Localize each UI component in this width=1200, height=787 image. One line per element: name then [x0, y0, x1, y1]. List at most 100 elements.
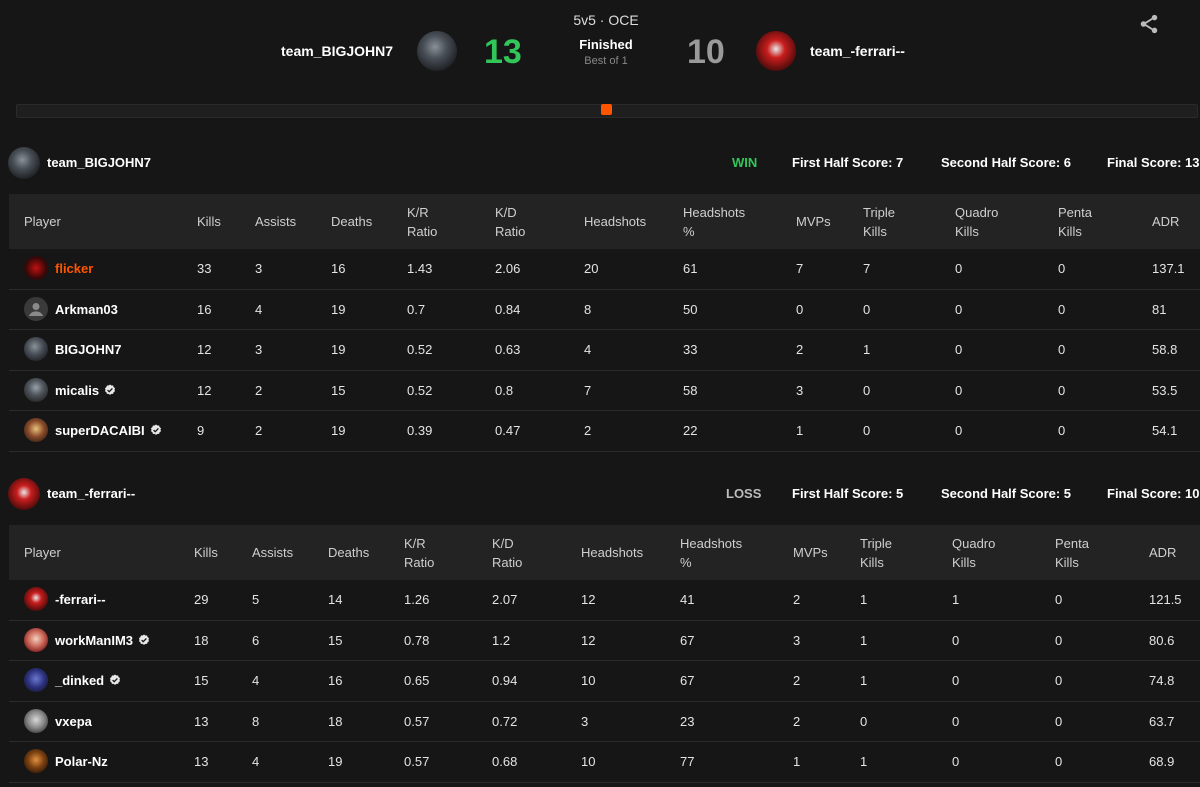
column-header: Headshots [581, 545, 644, 560]
stat-hs: 12 [581, 592, 596, 607]
player-name-text: micalis [55, 382, 100, 398]
stat-hsp: 67 [680, 632, 695, 648]
team1-summary-name[interactable]: team_BIGJOHN7 [47, 155, 151, 170]
team2-name[interactable]: team_-ferrari-- [810, 43, 905, 59]
column-header: K/R Ratio [407, 205, 438, 239]
team1-result: WIN [732, 155, 758, 170]
stat-kills: 13 [194, 754, 209, 770]
player-avatar[interactable] [24, 708, 48, 733]
stat-quadro: 0 [955, 382, 963, 398]
stat-kd: 0.63 [495, 342, 521, 358]
player-avatar[interactable] [24, 337, 48, 362]
stat-triple: 0 [860, 713, 868, 729]
stat-kr: 1.26 [404, 592, 430, 607]
player-name[interactable]: Arkman03 [55, 302, 118, 317]
player-avatar[interactable] [24, 377, 48, 402]
player-avatar[interactable] [24, 418, 48, 443]
player-name[interactable]: -ferrari-- [55, 592, 106, 607]
stat-hsp: 77 [680, 754, 695, 770]
stat-quadro: 0 [952, 673, 960, 689]
player-name-text: -ferrari-- [55, 592, 106, 607]
stat-deaths: 15 [331, 382, 346, 398]
stat-penta: 0 [1055, 754, 1063, 770]
player-name[interactable]: Polar-Nz [55, 754, 108, 769]
player-avatar[interactable] [24, 668, 48, 693]
team2-stats-table: Player Kills Assists Deaths K/R Ratio K/D Ratio… [9, 525, 1200, 783]
share-icon[interactable] [1138, 13, 1160, 35]
match-header: 5v5 · OCE team_BIGJOHN7 13 Finished Best… [0, 0, 1200, 130]
player-avatar[interactable] [24, 749, 48, 774]
table-row[interactable]: _dinked 15 4 16 0.65 0.94 10 67 2 1 0 0 74.8 [9, 661, 1200, 702]
stat-adr: 63.7 [1149, 713, 1175, 729]
stat-assists: 3 [255, 342, 263, 358]
player-name-text: vxepa [55, 713, 92, 729]
timeline-marker[interactable] [601, 104, 612, 115]
team1-small-avatar [8, 147, 40, 179]
stat-kills: 29 [194, 592, 209, 607]
stat-kills: 12 [197, 342, 212, 358]
stat-adr: 53.5 [1152, 382, 1178, 398]
team2-second-half: Second Half Score: 5 [941, 486, 1072, 501]
stat-triple: 0 [863, 382, 871, 398]
stat-assists: 2 [255, 382, 263, 398]
stat-kr: 0.57 [404, 713, 430, 729]
player-name-text: _dinked [55, 673, 105, 689]
player-name[interactable]: flicker [55, 261, 93, 276]
stat-kd: 0.47 [495, 423, 521, 439]
player-avatar[interactable] [24, 256, 48, 280]
stat-quadro: 0 [952, 754, 960, 770]
column-header: K/D Ratio [492, 536, 523, 570]
stat-assists: 2 [255, 423, 263, 439]
player-avatar[interactable] [24, 627, 48, 652]
team1-first-half: First Half Score: 7 [792, 155, 904, 170]
stat-kd: 0.84 [495, 301, 521, 317]
stat-adr: 68.9 [1149, 754, 1175, 770]
player-name[interactable]: _dinked [55, 673, 121, 688]
team1-summary: team_BIGJOHN7 WIN First Half Score: 7 Se… [0, 147, 1200, 181]
stat-quadro: 0 [952, 632, 960, 648]
player-name[interactable]: superDACAIBI [55, 423, 162, 438]
player-name[interactable]: micalis [55, 383, 116, 398]
table-row[interactable]: Polar-Nz 13 4 19 0.57 0.68 10 77 1 1 0 0 68.9 [9, 742, 1200, 783]
stat-triple: 0 [863, 301, 871, 317]
stat-mvps: 1 [796, 423, 804, 439]
stat-triple: 0 [863, 423, 871, 439]
table-row[interactable]: workManIM3 18 6 15 0.78 1.2 12 67 3 1 0 0 80.6 [9, 621, 1200, 662]
team2-avatar[interactable] [756, 31, 796, 71]
stat-mvps: 7 [796, 261, 804, 276]
stat-adr: 121.5 [1149, 592, 1182, 607]
player-name[interactable]: workManIM3 [55, 633, 150, 648]
table-row[interactable]: -ferrari-- 29 5 14 1.26 2.07 12 41 2 1 1 0 121.5 [9, 580, 1200, 621]
stat-kr: 0.7 [407, 301, 426, 317]
stat-quadro: 0 [955, 301, 963, 317]
stat-kills: 33 [197, 261, 212, 276]
team2-summary-name[interactable]: team_-ferrari-- [47, 486, 135, 501]
stat-triple: 1 [860, 592, 868, 607]
stat-kr: 0.57 [404, 754, 430, 770]
player-name[interactable]: BIGJOHN7 [55, 342, 121, 357]
table-header: Player Kills Assists Deaths K/R Ratio K/D Ratio… [9, 194, 1200, 249]
player-avatar[interactable] [24, 587, 48, 611]
table-row[interactable]: micalis 12 2 15 0.52 0.8 7 58 3 0 0 0 53.5 [9, 371, 1200, 412]
column-header: Assists [252, 545, 294, 560]
stat-penta: 0 [1055, 632, 1063, 648]
stat-mvps: 3 [796, 382, 804, 398]
stat-hs: 2 [584, 423, 592, 439]
stat-mvps: 2 [793, 673, 801, 689]
table-row[interactable]: flicker 33 3 16 1.43 2.06 20 61 7 7 0 0 137.1 [9, 249, 1200, 290]
stat-adr: 58.8 [1152, 342, 1178, 358]
player-avatar[interactable] [24, 296, 48, 321]
stat-kd: 2.07 [492, 592, 518, 607]
stat-penta: 0 [1058, 382, 1066, 398]
stat-deaths: 14 [328, 592, 343, 607]
player-name[interactable]: vxepa [55, 714, 92, 729]
table-row[interactable]: vxepa 13 8 18 0.57 0.72 3 23 2 0 0 0 63.7 [9, 702, 1200, 743]
stat-assists: 6 [252, 632, 260, 648]
stat-kills: 13 [194, 713, 209, 729]
table-row[interactable]: superDACAIBI 9 2 19 0.39 0.47 2 22 1 0 0 0 54.1 [9, 411, 1200, 452]
column-header: Kills [194, 545, 218, 560]
table-row[interactable]: BIGJOHN7 12 3 19 0.52 0.63 4 33 2 1 0 0 58.8 [9, 330, 1200, 371]
column-header: Headshots% [683, 205, 746, 239]
table-row[interactable]: Arkman03 16 4 19 0.7 0.84 8 50 0 0 0 0 81 [9, 290, 1200, 331]
stat-hsp: 33 [683, 342, 698, 358]
